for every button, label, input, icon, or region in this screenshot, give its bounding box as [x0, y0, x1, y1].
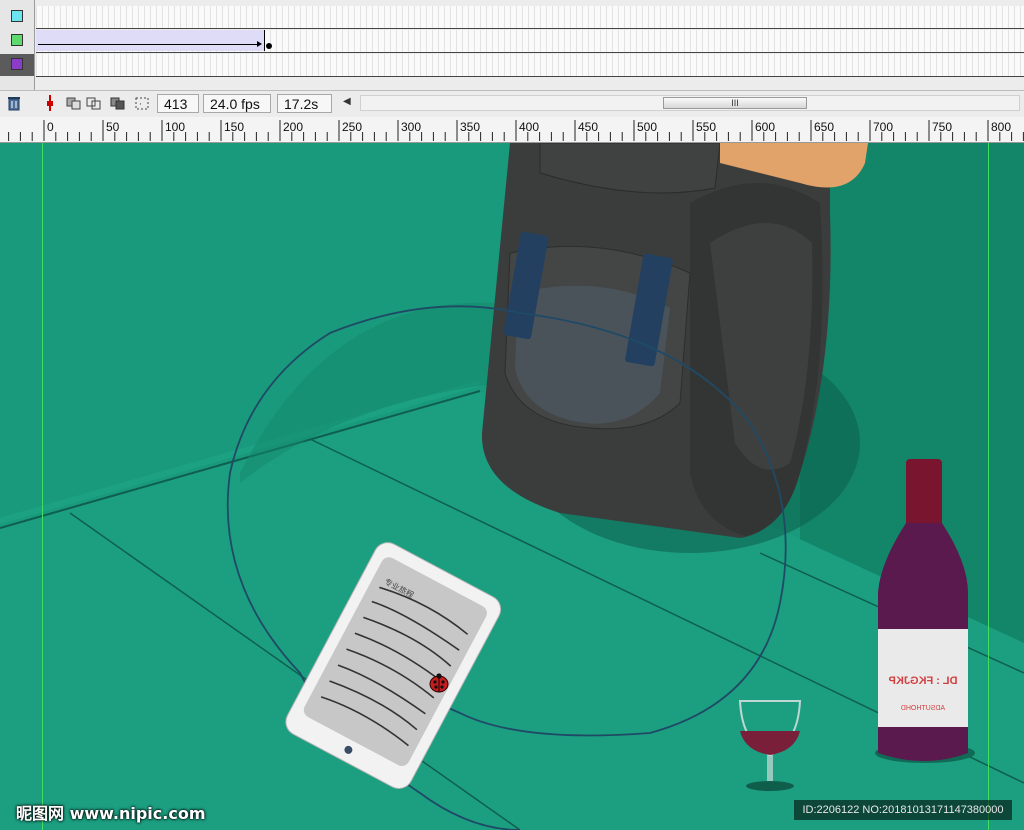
ruler-label: 500 — [637, 120, 657, 134]
stage-canvas[interactable]: 专业旅程 DL : FKGJKP ADSUTHOHD — [0, 143, 1024, 830]
horizontal-ruler: 0 50 100 150 200 250 300 350 400 450 500 550 600 650 7… — [0, 117, 1024, 143]
modify-markers-icon[interactable]: · — [134, 94, 150, 112]
current-frame-field[interactable]: 413 — [157, 94, 199, 113]
ruler-label: 800 — [991, 120, 1011, 134]
ruler-label: 250 — [342, 120, 362, 134]
keyframe-dot[interactable] — [266, 43, 272, 49]
ruler-label: 300 — [401, 120, 421, 134]
scroll-left-icon[interactable]: ◀ — [343, 96, 351, 114]
ruler-label: 350 — [460, 120, 480, 134]
bottle-label-text: DL : FKGJKP — [888, 675, 958, 687]
scrollbar-thumb[interactable]: III — [663, 97, 807, 109]
center-frame-icon[interactable] — [42, 94, 58, 112]
ruler-label: 400 — [519, 120, 539, 134]
motion-tween-span[interactable] — [36, 30, 265, 51]
ruler-label: 750 — [932, 120, 952, 134]
elapsed-time-field[interactable]: 17.2s — [277, 94, 332, 113]
bottle-label-subtext: ADSUTHOHD — [900, 705, 946, 712]
ruler-label: 550 — [696, 120, 716, 134]
guide-line-right[interactable] — [988, 143, 989, 830]
tween-arrow — [38, 41, 262, 47]
ruler-label: 600 — [755, 120, 775, 134]
ladybug-icon[interactable] — [428, 673, 450, 693]
ruler-label: 450 — [578, 120, 598, 134]
timeline-panel: · 413 24.0 fps 17.2s ◀ III — [0, 0, 1024, 118]
image-id-watermark: ID:2206122 NO:20181013171147380000 — [794, 800, 1012, 820]
ruler-label: 650 — [814, 120, 834, 134]
timeline-scrollbar[interactable]: III — [360, 95, 1020, 111]
ruler-label: 200 — [283, 120, 303, 134]
layer-column — [0, 0, 35, 90]
layer-track-3[interactable] — [36, 54, 1024, 77]
onion-skin-icon[interactable] — [66, 94, 82, 112]
ruler-label: 0 — [47, 120, 54, 134]
ruler-ticks: 0 50 100 150 200 250 300 350 400 450 500 550 600 650 7… — [8, 120, 1024, 141]
onion-outline-icon[interactable] — [86, 94, 102, 112]
layer-green-swatch[interactable] — [11, 34, 23, 46]
ruler-label: 50 — [106, 120, 120, 134]
ruler-label: 100 — [165, 120, 185, 134]
layer-purple-swatch[interactable] — [11, 58, 23, 70]
stage-artwork — [0, 143, 1024, 830]
trash-icon[interactable] — [6, 94, 22, 112]
layer-track-1[interactable] — [36, 6, 1024, 29]
svg-text:·: · — [139, 100, 142, 110]
edit-multiple-frames-icon[interactable] — [110, 94, 126, 112]
fps-field[interactable]: 24.0 fps — [203, 94, 271, 113]
ruler-label: 150 — [224, 120, 244, 134]
guide-line-left[interactable] — [42, 143, 43, 830]
timeline-toolbar: · 413 24.0 fps 17.2s ◀ III — [0, 90, 1024, 117]
layer-cyan-swatch[interactable] — [11, 10, 23, 22]
site-watermark: 昵图网 www.nipic.com — [16, 804, 206, 823]
ruler-label: 700 — [873, 120, 893, 134]
